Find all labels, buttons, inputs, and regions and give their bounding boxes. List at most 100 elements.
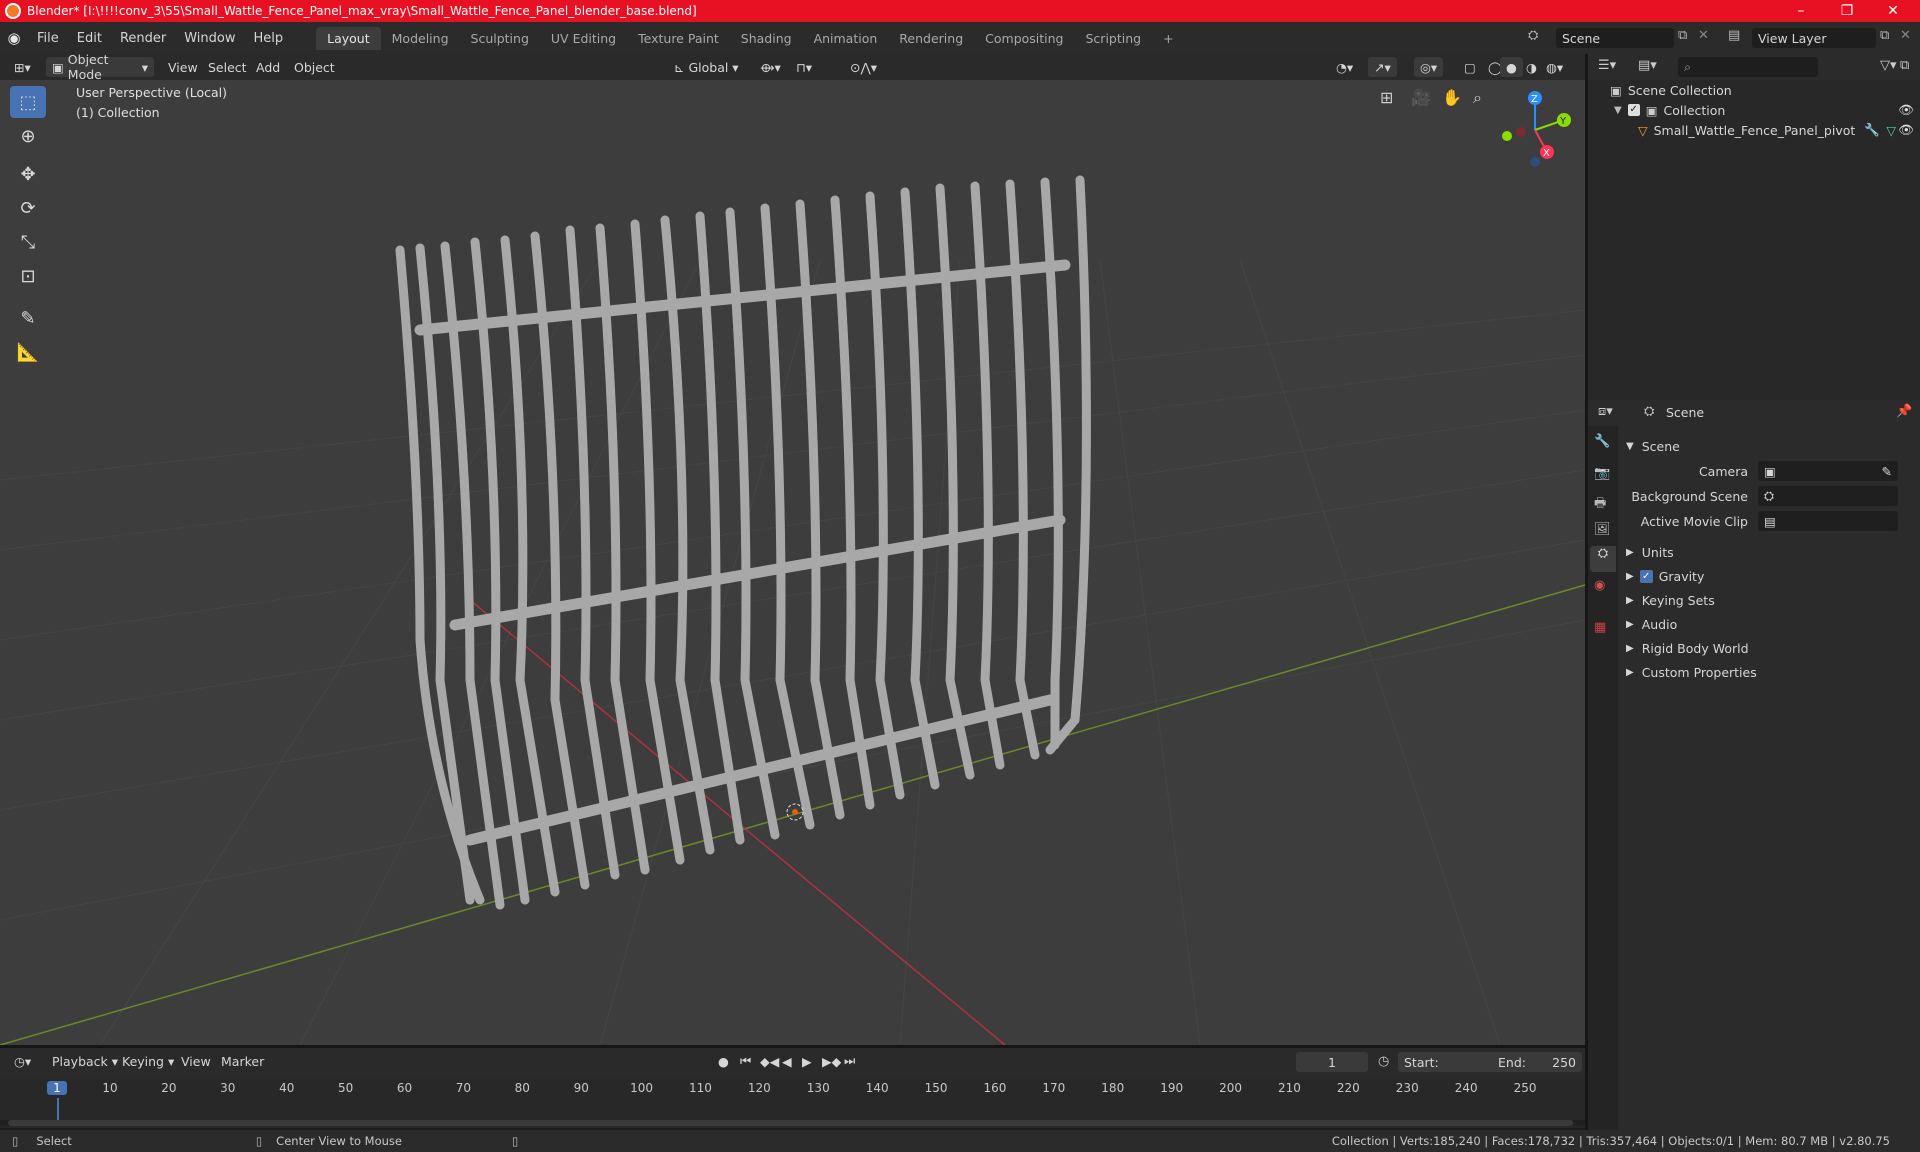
area-separator-vertical[interactable]: [1585, 54, 1588, 1130]
gizmo-toggle-icon[interactable]: ↗▾: [1368, 57, 1397, 77]
rotate-tool[interactable]: ⟳: [10, 192, 46, 224]
outliner-item-collection[interactable]: ▼ ✓ ▣ Collection 👁: [1614, 100, 1914, 120]
jump-end-button[interactable]: ⏭: [838, 1051, 861, 1071]
mode-dropdown[interactable]: ▣ Object Mode ▾: [46, 52, 154, 82]
add-workspace-button[interactable]: +: [1152, 27, 1184, 50]
background-scene-field[interactable]: ⛭: [1758, 486, 1898, 506]
overlay-toggle-icon[interactable]: ◎▾: [1414, 57, 1444, 77]
keying-sets-panel[interactable]: ▶ Keying Sets: [1626, 590, 1715, 610]
snap-icon[interactable]: ⊓▾: [790, 57, 818, 77]
view-layer-browse-icon[interactable]: ▤: [1728, 28, 1740, 43]
timeline-editor-type-icon[interactable]: ◷▾: [8, 1051, 37, 1071]
fence-model[interactable]: [395, 175, 1091, 910]
eyedropper-icon[interactable]: ✎: [1882, 464, 1892, 479]
outliner-editor-type-icon[interactable]: ☰▾: [1598, 58, 1616, 73]
tab-animation[interactable]: Animation: [803, 27, 889, 50]
new-scene-icon[interactable]: ⧉: [1678, 28, 1687, 43]
keying-menu[interactable]: Keying ▾: [116, 1051, 180, 1071]
transform-tool[interactable]: ⊡: [10, 260, 46, 292]
pin-icon[interactable]: 📌: [1896, 404, 1912, 419]
gravity-panel[interactable]: ▶ ✓ Gravity: [1626, 566, 1704, 586]
camera-field[interactable]: ▣ ✎: [1758, 461, 1898, 481]
navigation-gizmo[interactable]: Z Y X: [1490, 82, 1580, 172]
texture-tab-icon[interactable]: ▦: [1594, 620, 1606, 635]
camera-view-icon[interactable]: 🎥: [1411, 88, 1431, 107]
visibility-icon[interactable]: ◔▾: [1330, 57, 1359, 77]
visibility-eye-icon[interactable]: 👁: [1898, 122, 1914, 138]
xray-icon[interactable]: ▢: [1458, 57, 1482, 77]
outliner-scene-collection[interactable]: ▣ Scene Collection: [1610, 80, 1732, 100]
units-panel[interactable]: ▶ Units: [1626, 542, 1674, 562]
minimize-button[interactable]: –: [1778, 0, 1824, 22]
select-box-tool[interactable]: ⬚: [10, 86, 46, 118]
play-button[interactable]: ▶: [796, 1051, 818, 1071]
timeline-scrollbar[interactable]: [0, 1120, 1585, 1126]
view-layer-tab-icon[interactable]: 🖼: [1594, 522, 1611, 537]
move-tool[interactable]: ✥: [10, 158, 46, 190]
delete-view-layer-icon[interactable]: ✕: [1900, 28, 1911, 43]
tab-uv-editing[interactable]: UV Editing: [540, 27, 627, 50]
menu-window[interactable]: Window: [175, 31, 244, 46]
measure-tool[interactable]: 📐: [10, 336, 46, 368]
new-collection-icon[interactable]: ⧉: [1900, 58, 1909, 73]
scale-tool[interactable]: ⤡: [10, 226, 46, 258]
filter-icon[interactable]: ▽▾: [1880, 58, 1897, 73]
outliner-search-input[interactable]: ⌕: [1678, 57, 1818, 77]
audio-panel[interactable]: ▶ Audio: [1626, 614, 1677, 634]
record-button[interactable]: ●: [712, 1051, 735, 1071]
tab-scripting[interactable]: Scripting: [1075, 27, 1153, 50]
tool-tab-icon[interactable]: 🔧: [1594, 434, 1610, 449]
menu-view[interactable]: View: [162, 57, 204, 77]
3d-viewport[interactable]: User Perspective (Local) (1) Collection …: [0, 80, 1585, 1045]
outliner-display-mode-icon[interactable]: ▤▾: [1638, 58, 1657, 73]
timeline-scrollbar-thumb[interactable]: [8, 1120, 1573, 1126]
area-separator-timeline[interactable]: [0, 1045, 1585, 1048]
menu-render[interactable]: Render: [111, 31, 175, 46]
zoom-view-icon[interactable]: ⌕: [1473, 88, 1482, 108]
pan-view-icon[interactable]: ✋: [1442, 88, 1462, 107]
tab-modeling[interactable]: Modeling: [381, 27, 460, 50]
menu-add[interactable]: Add: [250, 57, 286, 77]
output-tab-icon[interactable]: 🖶: [1594, 494, 1606, 516]
scene-section-header[interactable]: ▼ Scene: [1626, 436, 1680, 456]
properties-editor-type-icon[interactable]: ⧈▾: [1598, 404, 1613, 419]
editor-type-icon[interactable]: ⊞▾: [8, 57, 37, 77]
tab-sculpting[interactable]: Sculpting: [460, 27, 540, 50]
new-view-layer-icon[interactable]: ⧉: [1880, 28, 1889, 43]
maximize-button[interactable]: ❐: [1824, 0, 1870, 22]
render-tab-icon[interactable]: 📷: [1594, 466, 1610, 481]
tab-shading[interactable]: Shading: [730, 27, 803, 50]
annotate-tool[interactable]: ✎: [10, 302, 46, 334]
menu-edit[interactable]: Edit: [68, 31, 111, 46]
scene-tab-icon[interactable]: ⛭: [1590, 546, 1616, 572]
timeline-view-menu[interactable]: View: [175, 1051, 217, 1071]
exclude-checkbox[interactable]: ✓: [1627, 104, 1640, 116]
menu-select[interactable]: Select: [202, 57, 253, 77]
timeline-body[interactable]: 1 10 20 30 40 50 60 70 80 90 100 110 120 130 140 150 160…: [0, 1076, 1585, 1128]
tab-compositing[interactable]: Compositing: [974, 27, 1074, 50]
orientation-dropdown[interactable]: ⊾ Global ▾: [668, 57, 745, 77]
scene-field[interactable]: Scene: [1556, 28, 1674, 48]
playback-menu[interactable]: Playback ▾: [46, 1051, 124, 1071]
end-frame-field[interactable]: End: 250: [1492, 1052, 1582, 1072]
modifier-wrench-icon[interactable]: 🔧: [1864, 122, 1880, 138]
mesh-data-icon[interactable]: ▽: [1886, 123, 1896, 138]
outliner-item-object[interactable]: ▽ Small_Wattle_Fence_Panel_pivot 🔧 ▽ 👁: [1638, 120, 1914, 140]
close-button[interactable]: ✕: [1870, 0, 1916, 22]
playhead-line[interactable]: [57, 1098, 59, 1122]
view-layer-field[interactable]: View Layer: [1752, 28, 1876, 48]
menu-help[interactable]: Help: [245, 31, 293, 46]
custom-properties-panel[interactable]: ▶ Custom Properties: [1626, 662, 1757, 682]
pivot-icon[interactable]: ⟴▾: [754, 57, 787, 77]
blender-menu-icon[interactable]: ◉: [0, 29, 28, 47]
marker-menu[interactable]: Marker: [215, 1051, 270, 1071]
visibility-eye-icon[interactable]: 👁: [1898, 102, 1914, 118]
gravity-checkbox[interactable]: ✓: [1639, 569, 1653, 583]
tab-layout[interactable]: Layout: [316, 26, 381, 50]
proportional-edit-icon[interactable]: ⊙⋀▾: [844, 57, 883, 77]
world-tab-icon[interactable]: ◉: [1594, 578, 1605, 593]
current-frame-field[interactable]: 1: [1296, 1052, 1368, 1072]
rigid-body-world-panel[interactable]: ▶ Rigid Body World: [1626, 638, 1749, 658]
tab-texture-paint[interactable]: Texture Paint: [627, 27, 730, 50]
preview-range-icon[interactable]: ◷: [1378, 1054, 1389, 1069]
